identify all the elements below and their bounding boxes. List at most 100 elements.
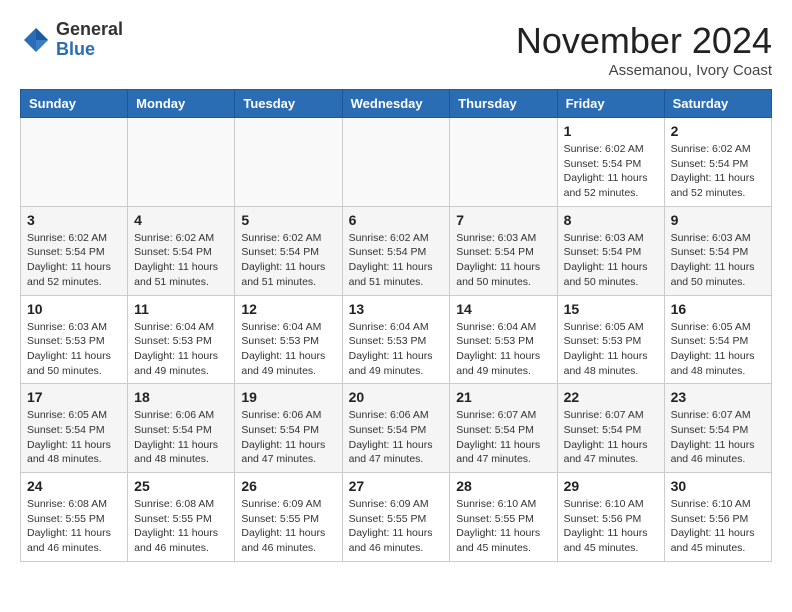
- day-info: Sunrise: 6:09 AM Sunset: 5:55 PM Dayligh…: [241, 497, 335, 556]
- calendar-cell: [128, 118, 235, 207]
- calendar-cell: 12 Sunrise: 6:04 AM Sunset: 5:53 PM Dayli…: [235, 295, 342, 384]
- calendar-cell: 30 Sunrise: 6:10 AM Sunset: 5:56 PM Dayli…: [664, 473, 771, 562]
- weekday-header-tuesday: Tuesday: [235, 90, 342, 118]
- calendar-cell: 19 Sunrise: 6:06 AM Sunset: 5:54 PM Dayli…: [235, 384, 342, 473]
- calendar-week-5: 24 Sunrise: 6:08 AM Sunset: 5:55 PM Dayli…: [21, 473, 772, 562]
- weekday-header-saturday: Saturday: [664, 90, 771, 118]
- weekday-header-thursday: Thursday: [450, 90, 557, 118]
- weekday-header-friday: Friday: [557, 90, 664, 118]
- day-info: Sunrise: 6:07 AM Sunset: 5:54 PM Dayligh…: [456, 408, 550, 467]
- day-info: Sunrise: 6:07 AM Sunset: 5:54 PM Dayligh…: [671, 408, 765, 467]
- calendar-cell: 23 Sunrise: 6:07 AM Sunset: 5:54 PM Dayli…: [664, 384, 771, 473]
- calendar-cell: 6 Sunrise: 6:02 AM Sunset: 5:54 PM Daylig…: [342, 206, 450, 295]
- calendar-cell: 14Sunrise: 6:04 AM Sunset: 5:53 PM Dayli…: [450, 295, 557, 384]
- logo-text: General Blue: [56, 20, 123, 60]
- day-number: 19: [241, 389, 335, 405]
- day-info: Sunrise: 6:03 AM Sunset: 5:53 PM Dayligh…: [27, 320, 121, 379]
- page-header: General Blue November 2024 Assemanou, Iv…: [20, 20, 772, 79]
- calendar-cell: 1 Sunrise: 6:02 AM Sunset: 5:54 PM Daylig…: [557, 118, 664, 207]
- day-info: Sunrise: 6:02 AM Sunset: 5:54 PM Dayligh…: [134, 231, 228, 290]
- day-number: 24: [27, 478, 121, 494]
- day-info: Sunrise: 6:06 AM Sunset: 5:54 PM Dayligh…: [134, 408, 228, 467]
- calendar-cell: [342, 118, 450, 207]
- calendar-table: SundayMondayTuesdayWednesdayThursdayFrid…: [20, 89, 772, 562]
- day-number: 9: [671, 212, 765, 228]
- calendar-header: SundayMondayTuesdayWednesdayThursdayFrid…: [21, 90, 772, 118]
- calendar-cell: 15 Sunrise: 6:05 AM Sunset: 5:53 PM Dayli…: [557, 295, 664, 384]
- location: Assemanou, Ivory Coast: [516, 62, 772, 79]
- calendar-cell: 17Sunrise: 6:05 AM Sunset: 5:54 PM Dayli…: [21, 384, 128, 473]
- day-number: 25: [134, 478, 228, 494]
- day-info: Sunrise: 6:04 AM Sunset: 5:53 PM Dayligh…: [349, 320, 444, 379]
- day-number: 15: [564, 301, 658, 317]
- day-number: 26: [241, 478, 335, 494]
- weekday-header-wednesday: Wednesday: [342, 90, 450, 118]
- calendar-body: 1 Sunrise: 6:02 AM Sunset: 5:54 PM Daylig…: [21, 118, 772, 562]
- logo-icon: [20, 24, 52, 56]
- weekday-header-monday: Monday: [128, 90, 235, 118]
- day-number: 20: [349, 389, 444, 405]
- calendar-cell: 10Sunrise: 6:03 AM Sunset: 5:53 PM Dayli…: [21, 295, 128, 384]
- day-info: Sunrise: 6:04 AM Sunset: 5:53 PM Dayligh…: [241, 320, 335, 379]
- day-info: Sunrise: 6:02 AM Sunset: 5:54 PM Dayligh…: [671, 142, 765, 201]
- calendar-week-4: 17Sunrise: 6:05 AM Sunset: 5:54 PM Dayli…: [21, 384, 772, 473]
- calendar-cell: 28Sunrise: 6:10 AM Sunset: 5:55 PM Dayli…: [450, 473, 557, 562]
- day-info: Sunrise: 6:03 AM Sunset: 5:54 PM Dayligh…: [564, 231, 658, 290]
- calendar-week-3: 10Sunrise: 6:03 AM Sunset: 5:53 PM Dayli…: [21, 295, 772, 384]
- calendar-week-2: 3 Sunrise: 6:02 AM Sunset: 5:54 PM Daylig…: [21, 206, 772, 295]
- calendar-cell: 9Sunrise: 6:03 AM Sunset: 5:54 PM Daylig…: [664, 206, 771, 295]
- day-info: Sunrise: 6:06 AM Sunset: 5:54 PM Dayligh…: [241, 408, 335, 467]
- day-info: Sunrise: 6:09 AM Sunset: 5:55 PM Dayligh…: [349, 497, 444, 556]
- calendar-week-1: 1 Sunrise: 6:02 AM Sunset: 5:54 PM Daylig…: [21, 118, 772, 207]
- calendar-cell: 18Sunrise: 6:06 AM Sunset: 5:54 PM Dayli…: [128, 384, 235, 473]
- calendar-cell: 25 Sunrise: 6:08 AM Sunset: 5:55 PM Dayli…: [128, 473, 235, 562]
- day-number: 1: [564, 123, 658, 139]
- day-number: 5: [241, 212, 335, 228]
- day-number: 30: [671, 478, 765, 494]
- weekday-header-sunday: Sunday: [21, 90, 128, 118]
- calendar-cell: 21 Sunrise: 6:07 AM Sunset: 5:54 PM Dayli…: [450, 384, 557, 473]
- day-number: 22: [564, 389, 658, 405]
- day-number: 29: [564, 478, 658, 494]
- calendar-cell: 2Sunrise: 6:02 AM Sunset: 5:54 PM Daylig…: [664, 118, 771, 207]
- day-info: Sunrise: 6:02 AM Sunset: 5:54 PM Dayligh…: [564, 142, 658, 201]
- day-info: Sunrise: 6:02 AM Sunset: 5:54 PM Dayligh…: [27, 231, 121, 290]
- calendar-cell: 8Sunrise: 6:03 AM Sunset: 5:54 PM Daylig…: [557, 206, 664, 295]
- calendar-cell: 22 Sunrise: 6:07 AM Sunset: 5:54 PM Dayli…: [557, 384, 664, 473]
- day-info: Sunrise: 6:04 AM Sunset: 5:53 PM Dayligh…: [456, 320, 550, 379]
- calendar-cell: 16 Sunrise: 6:05 AM Sunset: 5:54 PM Dayli…: [664, 295, 771, 384]
- day-number: 4: [134, 212, 228, 228]
- calendar-cell: 5 Sunrise: 6:02 AM Sunset: 5:54 PM Daylig…: [235, 206, 342, 295]
- day-info: Sunrise: 6:08 AM Sunset: 5:55 PM Dayligh…: [134, 497, 228, 556]
- day-info: Sunrise: 6:08 AM Sunset: 5:55 PM Dayligh…: [27, 497, 121, 556]
- calendar-cell: 27 Sunrise: 6:09 AM Sunset: 5:55 PM Dayli…: [342, 473, 450, 562]
- day-number: 3: [27, 212, 121, 228]
- day-info: Sunrise: 6:03 AM Sunset: 5:54 PM Dayligh…: [456, 231, 550, 290]
- day-number: 21: [456, 389, 550, 405]
- day-info: Sunrise: 6:05 AM Sunset: 5:54 PM Dayligh…: [27, 408, 121, 467]
- day-number: 16: [671, 301, 765, 317]
- day-info: Sunrise: 6:07 AM Sunset: 5:54 PM Dayligh…: [564, 408, 658, 467]
- day-number: 6: [349, 212, 444, 228]
- day-info: Sunrise: 6:05 AM Sunset: 5:54 PM Dayligh…: [671, 320, 765, 379]
- day-info: Sunrise: 6:10 AM Sunset: 5:56 PM Dayligh…: [564, 497, 658, 556]
- day-info: Sunrise: 6:02 AM Sunset: 5:54 PM Dayligh…: [241, 231, 335, 290]
- calendar-cell: 11Sunrise: 6:04 AM Sunset: 5:53 PM Dayli…: [128, 295, 235, 384]
- calendar-cell: [450, 118, 557, 207]
- day-info: Sunrise: 6:10 AM Sunset: 5:56 PM Dayligh…: [671, 497, 765, 556]
- title-block: November 2024 Assemanou, Ivory Coast: [516, 20, 772, 79]
- calendar-cell: 20Sunrise: 6:06 AM Sunset: 5:54 PM Dayli…: [342, 384, 450, 473]
- day-number: 12: [241, 301, 335, 317]
- day-number: 23: [671, 389, 765, 405]
- month-title: November 2024: [516, 20, 772, 62]
- calendar-cell: 13Sunrise: 6:04 AM Sunset: 5:53 PM Dayli…: [342, 295, 450, 384]
- day-info: Sunrise: 6:05 AM Sunset: 5:53 PM Dayligh…: [564, 320, 658, 379]
- day-info: Sunrise: 6:04 AM Sunset: 5:53 PM Dayligh…: [134, 320, 228, 379]
- day-number: 7: [456, 212, 550, 228]
- calendar-cell: [21, 118, 128, 207]
- day-number: 27: [349, 478, 444, 494]
- calendar-cell: 7 Sunrise: 6:03 AM Sunset: 5:54 PM Daylig…: [450, 206, 557, 295]
- day-info: Sunrise: 6:02 AM Sunset: 5:54 PM Dayligh…: [349, 231, 444, 290]
- calendar-cell: 3 Sunrise: 6:02 AM Sunset: 5:54 PM Daylig…: [21, 206, 128, 295]
- calendar-cell: 24 Sunrise: 6:08 AM Sunset: 5:55 PM Dayli…: [21, 473, 128, 562]
